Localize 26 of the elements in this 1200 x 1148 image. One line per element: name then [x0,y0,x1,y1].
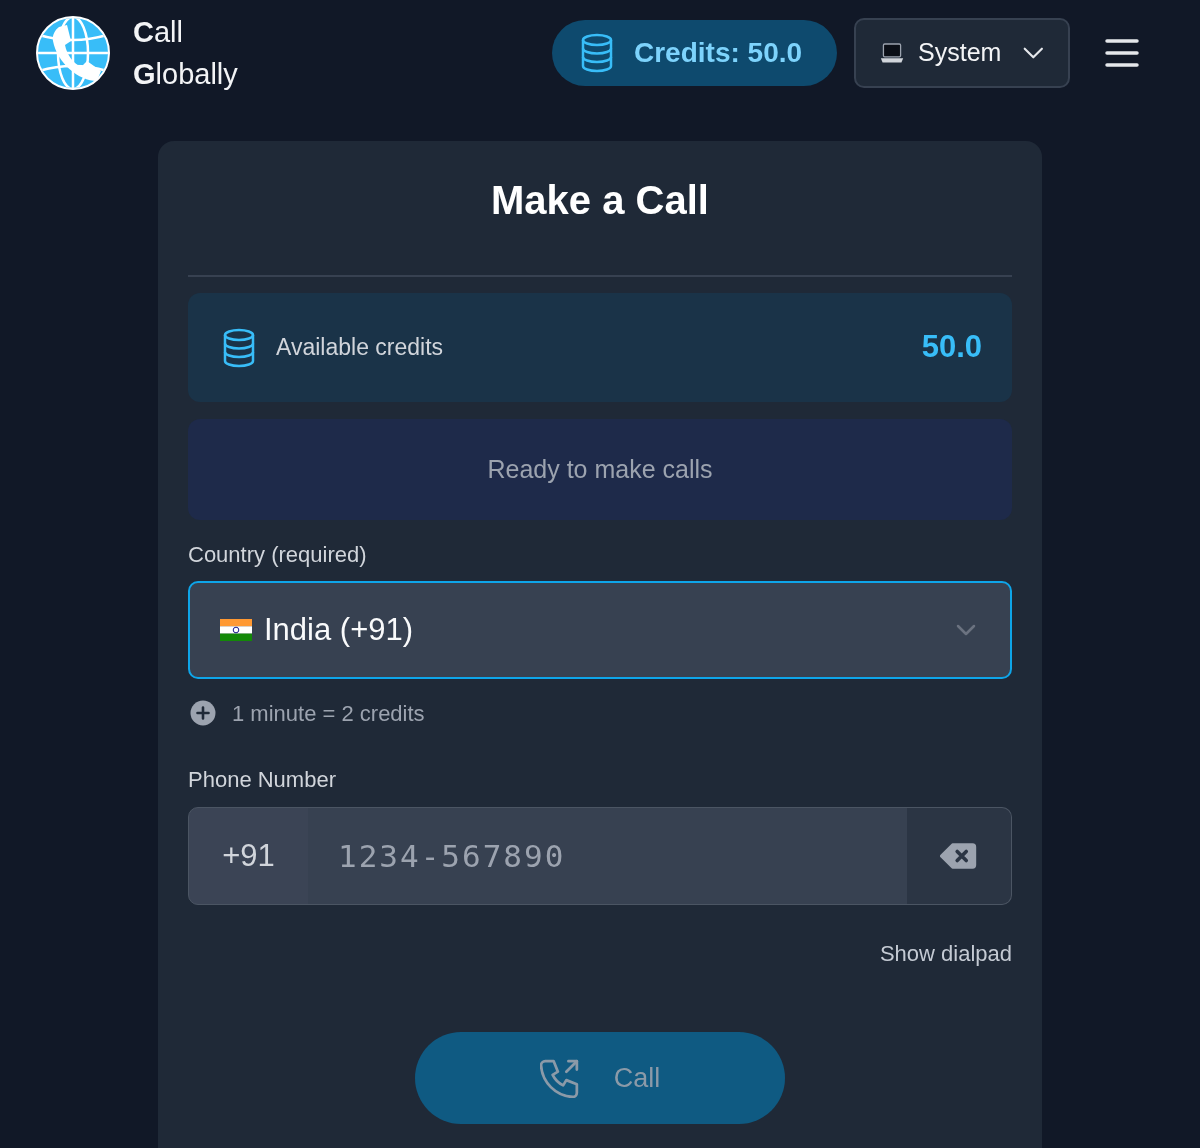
phone-outgoing-icon [539,1058,580,1098]
dialpad-toggle[interactable]: Show dialpad [879,940,1012,968]
brand-name: Call Globally [133,14,238,92]
country-code-prefix: +91 [188,807,309,905]
available-credits-value: 50.0 [921,328,982,367]
backspace-button[interactable] [907,807,1012,905]
globe-phone-icon [35,14,111,91]
theme-select[interactable]: System [854,17,1070,88]
flag-icon [220,619,252,641]
field-label: Phone Number [188,766,337,794]
coin-stack-icon [580,32,614,73]
backspace-icon [940,841,978,871]
plus-circle-icon [190,700,216,726]
available-credits-label: Available credits [276,333,444,363]
menu-icon[interactable] [1105,38,1139,67]
field-label: Country (required) [188,541,368,569]
chevron-down-icon [956,624,976,636]
chevron-down-icon [1023,45,1044,60]
laptop-icon [880,40,905,65]
status-banner: Ready to make calls [188,419,1012,520]
rate-note: 1 minute = 2 credits [232,699,425,728]
phone-input[interactable]: 1234-567890 [308,807,908,905]
country-select[interactable]: India (+91) [188,581,1012,679]
coin-stack-icon [222,327,256,368]
page-title: Make a Call [490,177,710,224]
credits-balance: Credits: 50.0 [634,35,803,70]
